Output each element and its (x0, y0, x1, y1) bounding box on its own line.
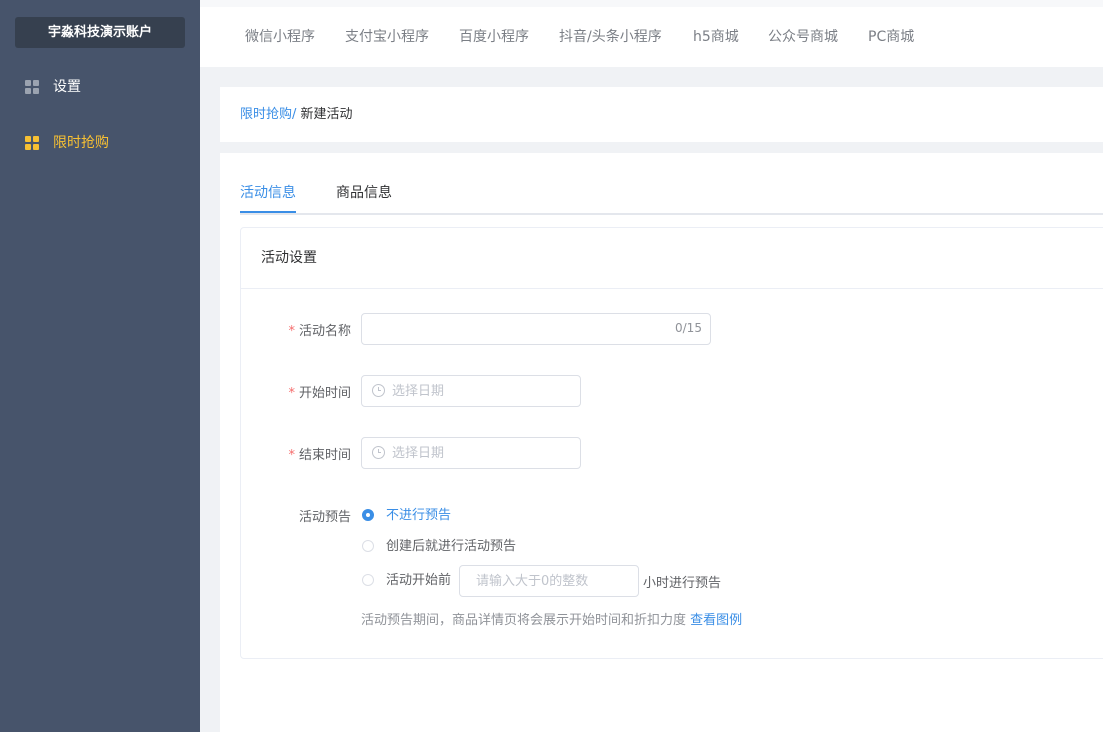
activity-name-input[interactable] (361, 313, 711, 345)
sidebar: 宇淼科技演示账户 设置 限时抢购 (0, 0, 200, 732)
activity-settings-section: 活动设置 *活动名称 0/15 *开始时间 *结束时间 活动预告 不进行预告 创… (240, 227, 1103, 659)
form-tabs: 活动信息 商品信息 (240, 173, 1103, 215)
radio-label: 创建后就进行活动预告 (386, 539, 517, 554)
active-tab-indicator (240, 211, 296, 213)
main-card: 活动信息 商品信息 活动设置 *活动名称 0/15 *开始时间 *结束时间 活动… (220, 153, 1103, 732)
breadcrumb-card: 限时抢购/ 新建活动 (220, 87, 1103, 142)
grid-icon (25, 80, 39, 94)
start-time-label: * 开始时间 (241, 382, 351, 401)
top-nav: 微信小程序 支付宝小程序 百度小程序 抖音/头条小程序 h5商城 公众号商城 P… (200, 7, 1103, 67)
preview-label: 活动预告 (298, 510, 351, 525)
radio-label: 不进行预告 (386, 508, 452, 523)
preview-hours-suffix: 小时进行预告 (643, 576, 722, 591)
sidebar-item-label: 设置 (53, 79, 81, 95)
breadcrumb: 限时抢购/ 新建活动 (240, 87, 353, 142)
breadcrumb-current: 新建活动 (300, 107, 353, 122)
end-time-input[interactable] (361, 437, 581, 469)
radio-checked-icon (362, 509, 374, 521)
tab-douyin-mini[interactable]: 抖音/头条小程序 (559, 7, 662, 67)
activity-name-label-text: 活动名称 (298, 324, 351, 339)
sidebar-item-flash-sale[interactable]: 限时抢购 (0, 123, 200, 163)
radio-unchecked-icon (362, 540, 374, 552)
required-mark: * (288, 324, 295, 339)
sidebar-item-label: 限时抢购 (53, 135, 109, 151)
preview-hours-input[interactable] (459, 565, 639, 597)
grid-icon (25, 136, 39, 150)
tab-h5-mall[interactable]: h5商城 (693, 7, 739, 67)
required-mark: * (288, 386, 295, 401)
tab-activity-info[interactable]: 活动信息 (240, 173, 296, 213)
account-name[interactable]: 宇淼科技演示账户 (15, 17, 185, 48)
radio-label: 活动开始前 (386, 573, 452, 588)
tab-official-account-mall[interactable]: 公众号商城 (768, 7, 838, 67)
end-time-label: * 结束时间 (241, 444, 351, 463)
preview-hint: 活动预告期间，商品详情页将会展示开始时间和折扣力度 查看图例 (361, 609, 742, 628)
activity-name-label: * 活动名称 (241, 320, 351, 339)
end-time-label-text: 结束时间 (298, 448, 351, 463)
tab-pc-mall[interactable]: PC商城 (868, 7, 914, 67)
tab-product-info[interactable]: 商品信息 (336, 173, 392, 213)
activity-name-counter: 0/15 (675, 321, 702, 335)
top-strip (200, 0, 1103, 7)
breadcrumb-parent-link[interactable]: 限时抢购/ (240, 107, 296, 122)
radio-unchecked-icon (362, 574, 374, 586)
view-example-link[interactable]: 查看图例 (690, 613, 742, 628)
required-mark: * (288, 448, 295, 463)
clock-icon (372, 384, 385, 397)
tab-alipay-mini[interactable]: 支付宝小程序 (345, 7, 429, 67)
sidebar-item-settings[interactable]: 设置 (0, 67, 200, 107)
start-time-input[interactable] (361, 375, 581, 407)
section-title: 活动设置 (241, 228, 1103, 289)
start-time-label-text: 开始时间 (298, 386, 351, 401)
tab-baidu-mini[interactable]: 百度小程序 (459, 7, 529, 67)
clock-icon (372, 446, 385, 459)
tab-wechat-mini[interactable]: 微信小程序 (245, 7, 315, 67)
preview-hint-text: 活动预告期间，商品详情页将会展示开始时间和折扣力度 (361, 613, 687, 628)
